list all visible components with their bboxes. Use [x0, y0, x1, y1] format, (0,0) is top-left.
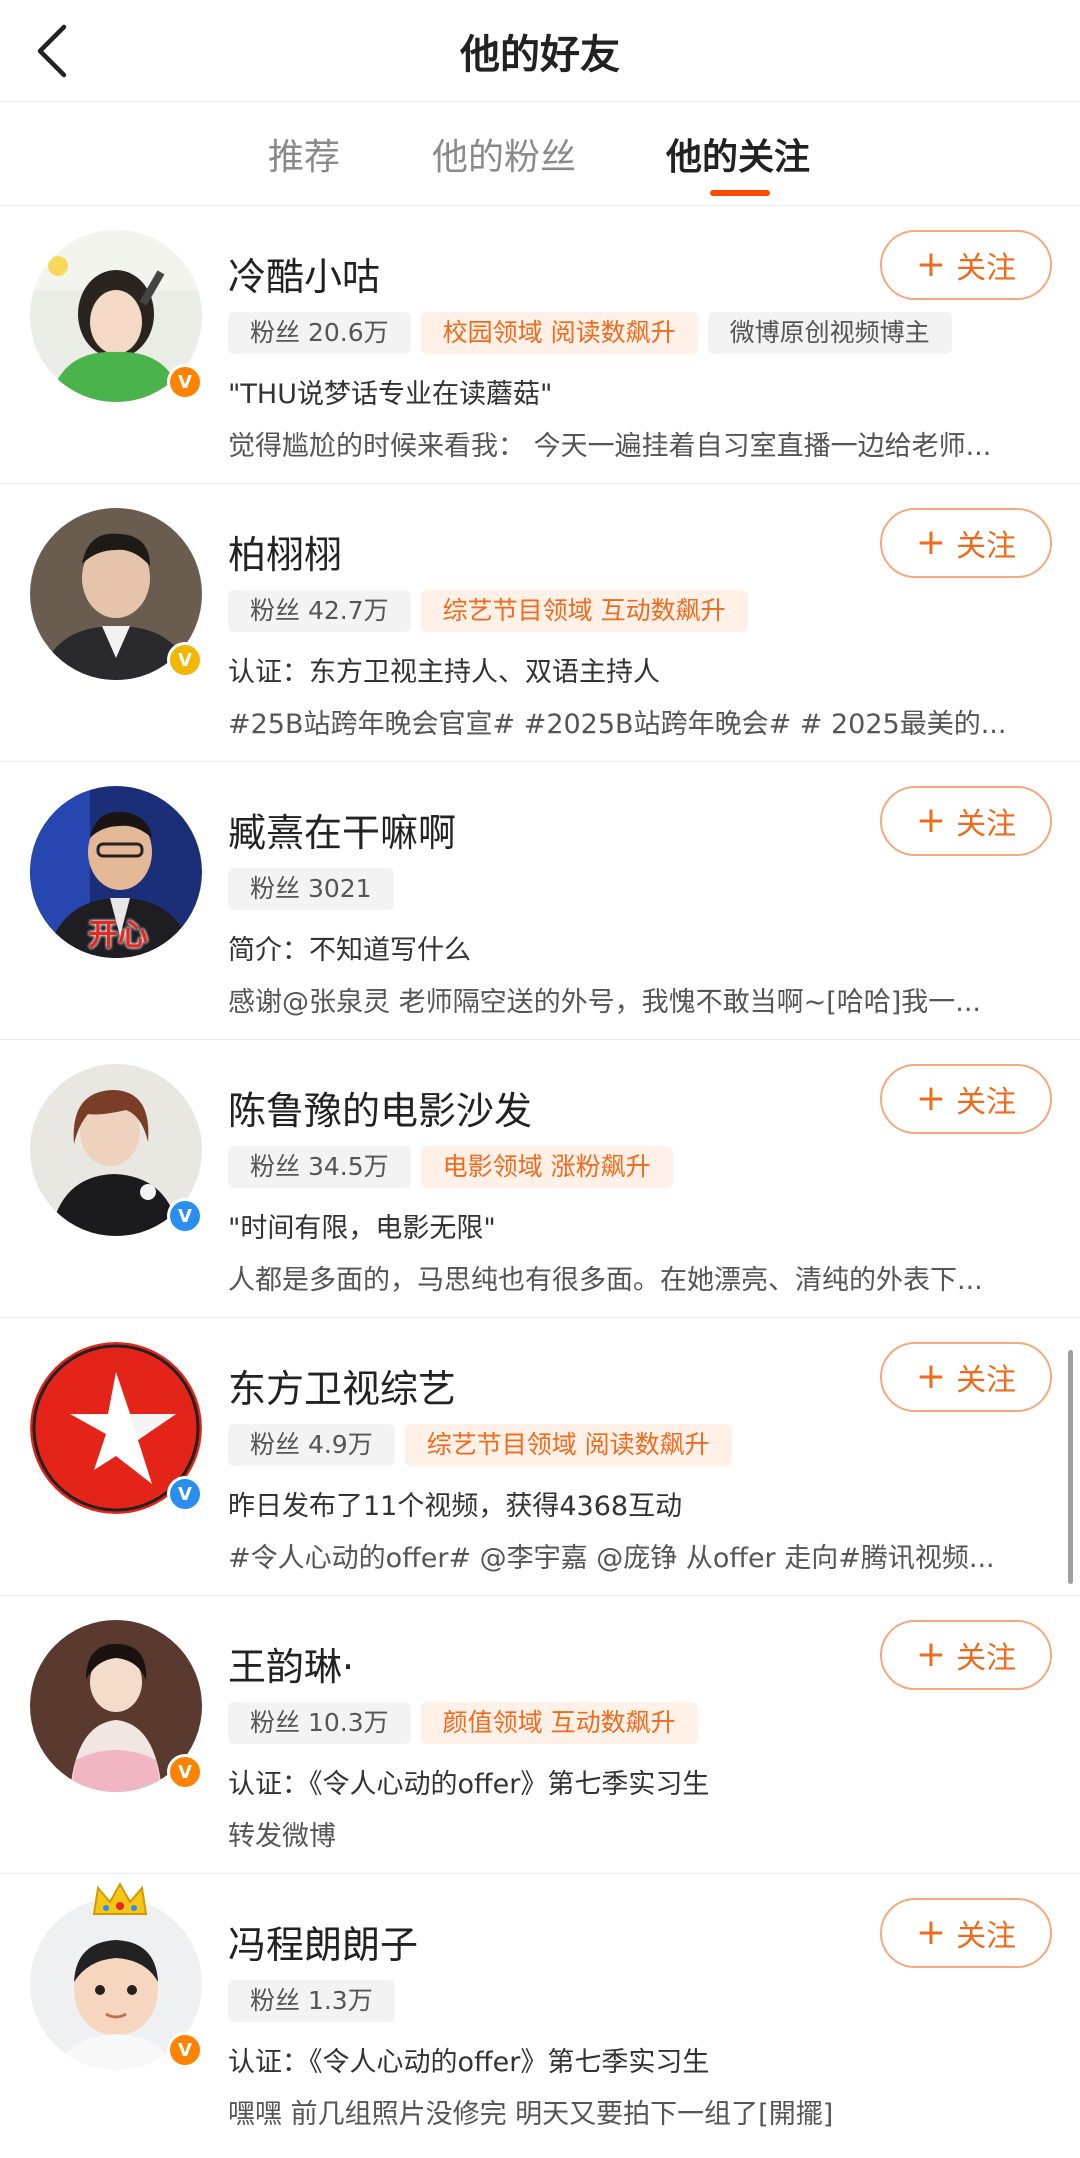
- tab-bar: 推荐 他的粉丝 他的关注: [0, 102, 1080, 206]
- latest-post[interactable]: #25B站跨年晚会官宣# #2025B站跨年晚会# # 2025最美的...: [228, 702, 1048, 741]
- trend-tag: 综艺节目领域 阅读数飙升: [404, 1424, 732, 1466]
- follow-button[interactable]: + 关注: [880, 1342, 1052, 1412]
- follow-label: 关注: [956, 1919, 1017, 1954]
- user-bio: 昨日发布了11个视频，获得4368互动: [228, 1491, 683, 1522]
- user-name[interactable]: 冯程朗朗子: [228, 1914, 418, 1969]
- follow-label: 关注: [956, 1641, 1017, 1676]
- latest-post[interactable]: 觉得尴尬的时候来看我： 今天一遍挂着自习室直播一边给老师...: [228, 424, 1048, 463]
- verified-badge-icon: V: [167, 642, 203, 678]
- trend-tag: 校园领域 阅读数飙升: [420, 312, 698, 354]
- fans-count-tag: 粉丝 20.6万: [228, 312, 411, 354]
- user-list: V 冷酷小咕 粉丝 20.6万 校园领域 阅读数飙升 微博原创视频博主 "THU…: [0, 206, 1080, 2152]
- user-name[interactable]: 王韵琳·: [228, 1636, 354, 1691]
- plus-icon: +: [915, 1912, 947, 1953]
- verified-badge-icon: V: [167, 1198, 203, 1234]
- user-bio: 简介：不知道写什么: [228, 935, 471, 966]
- avatar-caption: 开心: [88, 918, 148, 953]
- user-row[interactable]: V 柏栩栩 粉丝 42.7万 综艺节目领域 互动数飙升 认证：东方卫视主持人、双…: [0, 484, 1080, 762]
- fans-count-tag: 粉丝 4.9万: [228, 1424, 395, 1466]
- plus-icon: +: [915, 244, 947, 285]
- plus-icon: +: [915, 522, 947, 563]
- verified-badge-icon: V: [167, 2032, 203, 2068]
- identity-tag: 微博原创视频博主: [707, 312, 952, 354]
- fans-count-tag: 粉丝 10.3万: [228, 1702, 411, 1744]
- latest-post[interactable]: #令人心动的offer# @李宇嘉 @庞铮 从offer 走向#腾讯视频...: [228, 1536, 1048, 1575]
- user-name[interactable]: 柏栩栩: [228, 524, 342, 579]
- user-row[interactable]: 开心 臧熹在干嘛啊 粉丝 3021 简介：不知道写什么 感谢@张泉灵 老师隔空送…: [0, 762, 1080, 1040]
- page-title: 他的好友: [460, 32, 620, 78]
- trend-tag: 电影领域 涨粉飙升: [420, 1146, 673, 1188]
- tab-his-following[interactable]: 他的关注: [666, 128, 810, 180]
- user-bio: 认证：东方卫视主持人、双语主持人: [228, 657, 660, 688]
- follow-button[interactable]: + 关注: [880, 1898, 1052, 1968]
- user-row[interactable]: V 东方卫视综艺 粉丝 4.9万 综艺节目领域 阅读数飙升 昨日发布了11个视频…: [0, 1318, 1080, 1596]
- user-row[interactable]: V 王韵琳· 粉丝 10.3万 颜值领域 互动数飙升 认证：《令人心动的offe…: [0, 1596, 1080, 1874]
- verified-badge-icon: V: [167, 364, 203, 400]
- follow-button[interactable]: + 关注: [880, 1620, 1052, 1690]
- scrollbar[interactable]: [1068, 1350, 1073, 1584]
- latest-post[interactable]: 感谢@张泉灵 老师隔空送的外号，我愧不敢当啊~[哈哈]我一...: [228, 980, 1048, 1019]
- tab-recommend[interactable]: 推荐: [268, 128, 340, 180]
- latest-post[interactable]: 人都是多面的，马思纯也有很多面。在她漂亮、清纯的外表下...: [228, 1258, 1048, 1297]
- user-row[interactable]: V 陈鲁豫的电影沙发 粉丝 34.5万 电影领域 涨粉飙升 "时间有限，电影无限…: [0, 1040, 1080, 1318]
- fans-count-tag: 粉丝 34.5万: [228, 1146, 411, 1188]
- user-bio: "时间有限，电影无限": [228, 1213, 496, 1244]
- tag-group: 粉丝 42.7万 综艺节目领域 互动数飙升: [228, 590, 748, 632]
- plus-icon: +: [915, 1634, 947, 1675]
- follow-button[interactable]: + 关注: [880, 230, 1052, 300]
- user-bio: "THU说梦话专业在读蘑菇": [228, 379, 553, 410]
- user-row[interactable]: V 冷酷小咕 粉丝 20.6万 校园领域 阅读数飙升 微博原创视频博主 "THU…: [0, 206, 1080, 484]
- trend-tag: 综艺节目领域 互动数飙升: [420, 590, 748, 632]
- plus-icon: +: [915, 1078, 947, 1119]
- fans-count-tag: 粉丝 1.3万: [228, 1980, 395, 2022]
- follow-label: 关注: [956, 807, 1017, 842]
- latest-post[interactable]: 嘿嘿 前几组照片没修完 明天又要拍下一组了[開擺]: [228, 2092, 1048, 2131]
- plus-icon: +: [915, 800, 947, 841]
- latest-post[interactable]: 转发微博: [228, 1814, 1048, 1853]
- follow-label: 关注: [956, 1085, 1017, 1120]
- follow-label: 关注: [956, 529, 1017, 564]
- user-name[interactable]: 东方卫视综艺: [228, 1358, 456, 1413]
- user-name[interactable]: 冷酷小咕: [228, 246, 380, 301]
- plus-icon: +: [915, 1356, 947, 1397]
- active-tab-indicator: [710, 190, 770, 196]
- trend-tag: 颜值领域 互动数飙升: [420, 1702, 698, 1744]
- follow-label: 关注: [956, 1363, 1017, 1398]
- crown-icon: [92, 1881, 148, 1915]
- avatar[interactable]: 开心: [30, 786, 202, 958]
- tag-group: 粉丝 1.3万: [228, 1980, 395, 2022]
- user-name[interactable]: 臧熹在干嘛啊: [228, 802, 456, 857]
- fans-count-tag: 粉丝 3021: [228, 868, 394, 910]
- fans-count-tag: 粉丝 42.7万: [228, 590, 411, 632]
- tag-group: 粉丝 20.6万 校园领域 阅读数飙升 微博原创视频博主: [228, 312, 952, 354]
- user-name[interactable]: 陈鲁豫的电影沙发: [228, 1080, 532, 1135]
- follow-button[interactable]: + 关注: [880, 786, 1052, 856]
- follow-label: 关注: [956, 251, 1017, 286]
- user-row[interactable]: V 冯程朗朗子 粉丝 1.3万 认证：《令人心动的offer》第七季实习生 嘿嘿…: [0, 1874, 1080, 2152]
- follow-button[interactable]: + 关注: [880, 1064, 1052, 1134]
- user-bio: 认证：《令人心动的offer》第七季实习生: [228, 1769, 710, 1800]
- tag-group: 粉丝 4.9万 综艺节目领域 阅读数飙升: [228, 1424, 732, 1466]
- tag-group: 粉丝 34.5万 电影领域 涨粉飙升: [228, 1146, 673, 1188]
- verified-badge-icon: V: [167, 1754, 203, 1790]
- tag-group: 粉丝 10.3万 颜值领域 互动数飙升: [228, 1702, 698, 1744]
- top-bar: 他的好友: [0, 0, 1080, 102]
- tag-group: 粉丝 3021: [228, 868, 394, 910]
- verified-badge-icon: V: [167, 1476, 203, 1512]
- user-bio: 认证：《令人心动的offer》第七季实习生: [228, 2047, 710, 2078]
- follow-button[interactable]: + 关注: [880, 508, 1052, 578]
- tab-his-fans[interactable]: 他的粉丝: [432, 128, 576, 180]
